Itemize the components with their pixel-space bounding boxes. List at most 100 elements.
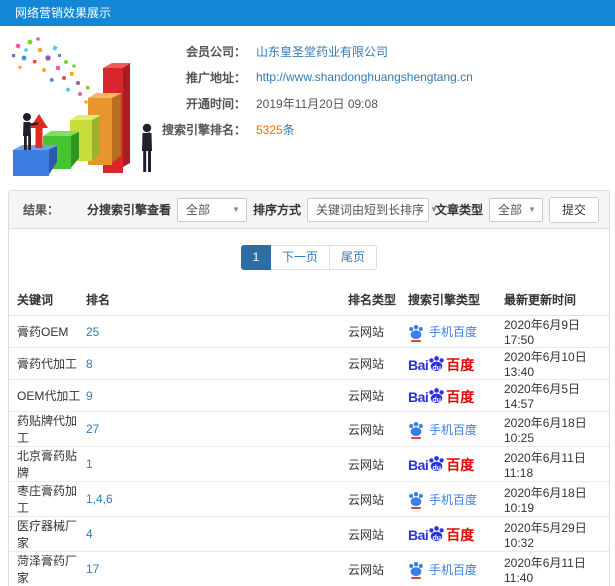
- rank-count-label: 搜索引擎排名：: [0, 121, 246, 138]
- updated-cell: 2020年6月11日 11:18: [504, 447, 609, 482]
- updated-cell: 2020年5月29日 10:32: [504, 517, 609, 552]
- updated-cell: 2020年6月10日 13:40: [504, 348, 609, 380]
- rank-link[interactable]: 1: [86, 457, 93, 471]
- chevron-down-icon: ▼: [226, 205, 240, 214]
- table-header-row: 关键词 排名 排名类型 搜索引擎类型 最新更新时间: [9, 285, 609, 316]
- sort-select[interactable]: 关键词由短到长排序 ▼: [307, 198, 429, 222]
- engine-badge: 手机百度: [408, 561, 504, 578]
- baidu-logo-icon: Baidu百度: [408, 355, 474, 372]
- sort-label: 排序方式: [253, 201, 301, 218]
- rank-cell: 1: [86, 447, 348, 482]
- rank-cell: 9: [86, 380, 348, 412]
- table-row: 膏药OEM25云网站手机百度2020年6月9日 17:50: [9, 316, 609, 348]
- keyword-cell: 枣庄膏药加工: [9, 482, 86, 517]
- keyword-cell: 北京膏药贴牌: [9, 447, 86, 482]
- rank-link[interactable]: 27: [86, 422, 99, 436]
- article-type-select[interactable]: 全部 ▼: [489, 198, 543, 222]
- engine-filter-select[interactable]: 全部 ▼: [177, 198, 247, 222]
- rank-header: 排名: [86, 285, 348, 316]
- engine-label: 手机百度: [429, 323, 477, 340]
- table-row: 医疗器械厂家4云网站Baidu百度2020年5月29日 10:32: [9, 517, 609, 552]
- table-row: 菏泽膏药厂家17 云网站手机百度2020年6月11日 11:40: [9, 552, 609, 586]
- rank-link[interactable]: 8: [86, 357, 93, 371]
- engine-type-header: 搜索引擎类型: [408, 285, 504, 316]
- open-time-value: 2019年11月20日 09:08: [256, 95, 378, 112]
- info-row-rank-count: 搜索引擎排名： 5325条: [0, 116, 615, 142]
- engine-type-cell: 手机百度: [408, 412, 504, 447]
- rank-count-value: 5325条: [256, 121, 295, 138]
- rank-link[interactable]: 4: [86, 527, 93, 541]
- rank-type-cell: 云网站: [348, 517, 408, 552]
- updated-cell: 2020年6月11日 11:40: [504, 552, 609, 586]
- rank-type-cell: 云网站: [348, 316, 408, 348]
- article-type-value: 全部: [498, 201, 522, 218]
- rank-cell: 1,4,6: [86, 482, 348, 517]
- engine-type-cell: 手机百度: [408, 316, 504, 348]
- engine-label: 手机百度: [429, 421, 477, 438]
- engine-badge: 手机百度: [408, 421, 504, 438]
- engine-filter-value: 全部: [186, 201, 210, 218]
- page-title: 网络营销效果展示: [15, 6, 111, 20]
- info-section: 会员公司： 山东皇圣堂药业有限公司 推广地址： http://www.shand…: [0, 26, 615, 190]
- results-panel: 结果： 分搜索引擎查看 全部 ▼ 排序方式 关键词由短到长排序 ▼ 文章类型 全…: [8, 190, 610, 586]
- keyword-cell: 膏药代加工: [9, 348, 86, 380]
- rank-cell: 17: [86, 552, 348, 586]
- updated-cell: 2020年6月18日 10:19: [504, 482, 609, 517]
- open-time-label: 开通时间：: [0, 95, 246, 112]
- rank-link[interactable]: 9: [86, 389, 93, 403]
- table-row: OEM代加工9 云网站Baidu百度 2020年6月5日 14:57: [9, 380, 609, 412]
- table-row: 药贴牌代加工27云网站手机百度2020年6月18日 10:25: [9, 412, 609, 447]
- table-row: 北京膏药贴牌1 云网站Baidu百度2020年6月11日 11:18: [9, 447, 609, 482]
- engine-type-cell: Baidu百度: [408, 380, 504, 412]
- page-1-button[interactable]: 1: [241, 245, 271, 270]
- company-label: 会员公司：: [0, 43, 246, 60]
- rank-cell: 27: [86, 412, 348, 447]
- rank-count-number: 5325: [256, 123, 283, 137]
- rank-type-cell: 云网站: [348, 552, 408, 586]
- keyword-header: 关键词: [9, 285, 86, 316]
- rank-count-unit: 条: [283, 123, 295, 137]
- company-info-list: 会员公司： 山东皇圣堂药业有限公司 推广地址： http://www.shand…: [0, 38, 615, 142]
- mobile-baidu-icon: [408, 561, 424, 577]
- rank-cell: 25: [86, 316, 348, 348]
- filter-controls: 分搜索引擎查看 全部 ▼ 排序方式 关键词由短到长排序 ▼ 文章类型 全部 ▼ …: [87, 197, 599, 223]
- results-body: 1 下一页 尾页 关键词 排名 排名类型 搜索引擎类型 最新更新时间 膏药OEM…: [9, 229, 609, 586]
- updated-cell: 2020年6月5日 14:57: [504, 380, 609, 412]
- rank-link[interactable]: 1,4,6: [86, 492, 113, 506]
- keyword-cell: 药贴牌代加工: [9, 412, 86, 447]
- keyword-cell: 菏泽膏药厂家: [9, 552, 86, 586]
- promo-url-link[interactable]: http://www.shandonghuangshengtang.cn: [256, 70, 473, 84]
- rank-type-cell: 云网站: [348, 380, 408, 412]
- mobile-baidu-icon: [408, 491, 424, 507]
- company-name-link[interactable]: 山东皇圣堂药业有限公司: [256, 43, 388, 60]
- submit-button[interactable]: 提交: [549, 197, 599, 223]
- top-header-bar: 网络营销效果展示: [0, 0, 615, 26]
- engine-badge: 手机百度: [408, 491, 504, 508]
- info-row-open-time: 开通时间： 2019年11月20日 09:08: [0, 90, 615, 116]
- sort-value: 关键词由短到长排序: [316, 201, 424, 218]
- rank-link[interactable]: 17: [86, 562, 99, 576]
- mobile-baidu-icon: [408, 324, 424, 340]
- info-row-url: 推广地址： http://www.shandonghuangshengtang.…: [0, 64, 615, 90]
- mobile-baidu-icon: [408, 421, 424, 437]
- last-page-button[interactable]: 尾页: [330, 245, 377, 270]
- rank-type-cell: 云网站: [348, 482, 408, 517]
- table-row: 枣庄膏药加工1,4,6 云网站手机百度2020年6月18日 10:19: [9, 482, 609, 517]
- next-page-button[interactable]: 下一页: [271, 245, 330, 270]
- baidu-logo-icon: Baidu百度: [408, 387, 474, 404]
- rank-type-cell: 云网站: [348, 447, 408, 482]
- info-row-company: 会员公司： 山东皇圣堂药业有限公司: [0, 38, 615, 64]
- keyword-cell: 膏药OEM: [9, 316, 86, 348]
- rank-link[interactable]: 25: [86, 325, 99, 339]
- keyword-cell: OEM代加工: [9, 380, 86, 412]
- rank-type-cell: 云网站: [348, 412, 408, 447]
- engine-type-cell: Baidu百度: [408, 447, 504, 482]
- engine-type-cell: Baidu百度: [408, 348, 504, 380]
- rank-type-cell: 云网站: [348, 348, 408, 380]
- updated-header: 最新更新时间: [504, 285, 609, 316]
- rank-cell: 4: [86, 517, 348, 552]
- keyword-cell: 医疗器械厂家: [9, 517, 86, 552]
- keyword-rank-table: 关键词 排名 排名类型 搜索引擎类型 最新更新时间 膏药OEM25云网站手机百度…: [9, 285, 609, 586]
- result-label: 结果：: [23, 201, 59, 218]
- engine-filter-label: 分搜索引擎查看: [87, 201, 171, 218]
